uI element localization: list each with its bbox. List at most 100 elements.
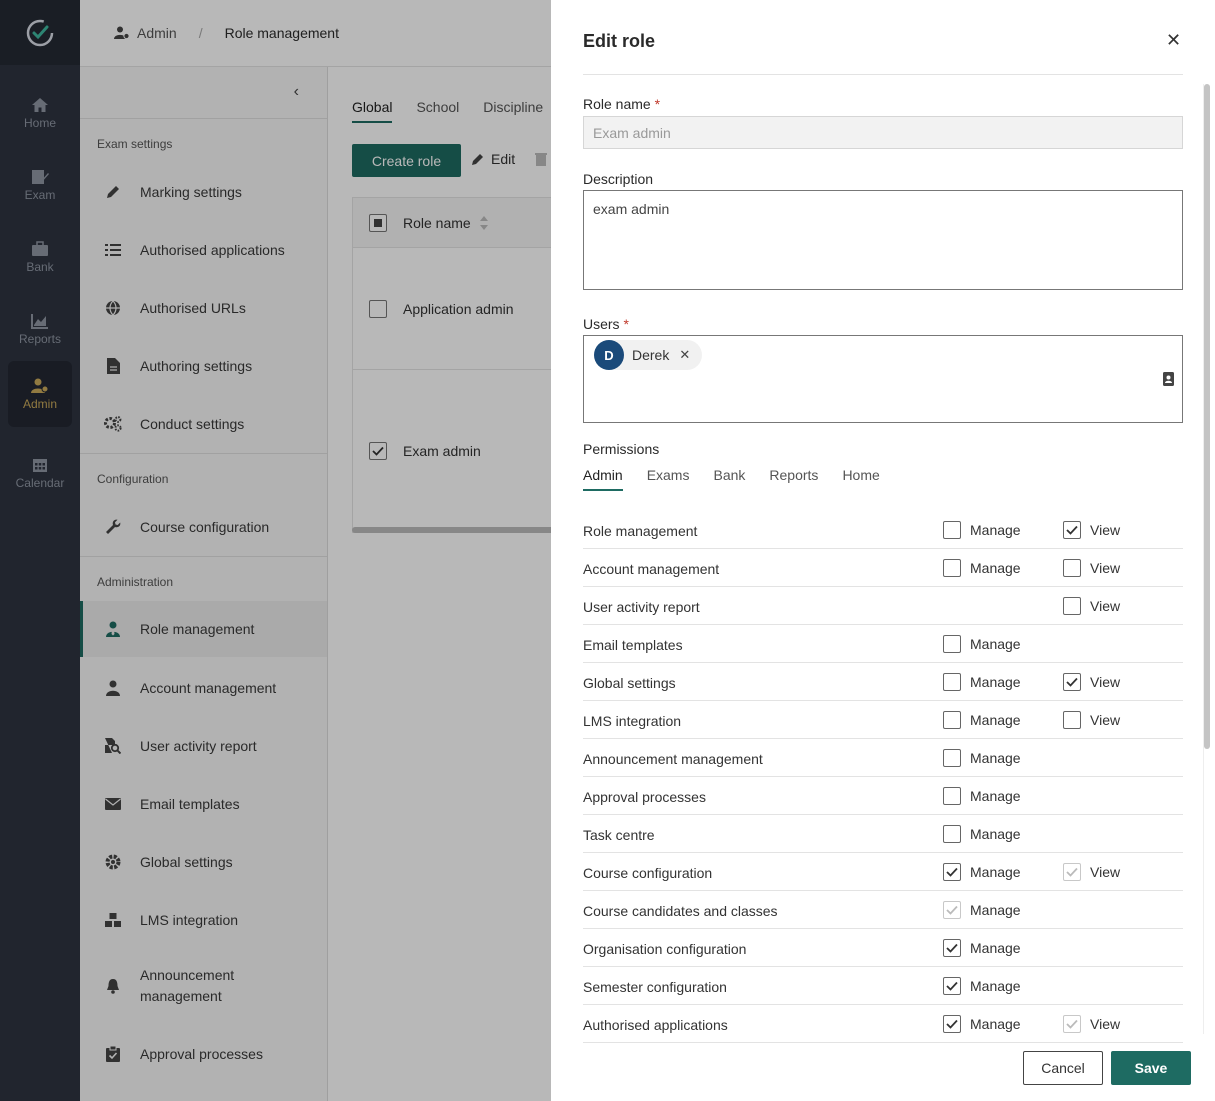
view-checkbox (1063, 863, 1081, 881)
manage-label: Manage (970, 750, 1021, 766)
checkmark-icon (1066, 1019, 1078, 1029)
manage-label: Manage (970, 902, 1021, 918)
manage-toggle[interactable]: Manage (943, 635, 1021, 653)
checkmark-icon (946, 1019, 958, 1029)
cancel-button[interactable]: Cancel (1023, 1051, 1103, 1085)
manage-toggle[interactable]: Manage (943, 939, 1021, 957)
users-input[interactable]: D Derek ✕ (583, 335, 1183, 423)
manage-label: Manage (970, 1016, 1021, 1032)
permission-name: Task centre (583, 827, 655, 843)
view-label: View (1090, 522, 1121, 538)
view-toggle[interactable]: View (1063, 673, 1120, 691)
role-name-label: Role name * (583, 96, 661, 112)
checkmark-icon (1066, 867, 1078, 877)
manage-checkbox[interactable] (943, 711, 961, 729)
tab-reports[interactable]: Reports (769, 467, 818, 491)
manage-toggle[interactable]: Manage (943, 825, 1021, 843)
vertical-scrollbar[interactable] (1204, 84, 1210, 749)
view-label: View (1090, 712, 1121, 728)
checkmark-icon (946, 905, 958, 915)
checkmark-icon (946, 943, 958, 953)
view-toggle[interactable]: View (1063, 597, 1120, 615)
manage-checkbox[interactable] (943, 521, 961, 539)
manage-checkbox[interactable] (943, 863, 961, 881)
checkmark-icon (1066, 525, 1078, 535)
save-button[interactable]: Save (1111, 1051, 1191, 1085)
manage-label: Manage (970, 712, 1021, 728)
permission-name: Account management (583, 561, 720, 577)
permission-row: Account management Manage View (583, 549, 1183, 587)
manage-label: Manage (970, 826, 1021, 842)
checkmark-icon (1066, 677, 1078, 687)
permission-name: Global settings (583, 675, 676, 691)
permission-row: Organisation configuration Manage (583, 929, 1183, 967)
view-label: View (1090, 864, 1121, 880)
manage-label: Manage (970, 636, 1021, 652)
view-checkbox[interactable] (1063, 711, 1081, 729)
permission-row: Approval processes Manage (583, 777, 1183, 815)
manage-toggle[interactable]: Manage (943, 863, 1021, 881)
view-toggle[interactable]: View (1063, 711, 1120, 729)
manage-toggle[interactable]: Manage (943, 977, 1021, 995)
permission-name: Role management (583, 523, 698, 539)
manage-checkbox[interactable] (943, 787, 961, 805)
permission-name: Semester configuration (583, 979, 727, 995)
permission-name: Announcement management (583, 751, 763, 767)
manage-toggle[interactable]: Manage (943, 673, 1021, 691)
manage-checkbox[interactable] (943, 673, 961, 691)
divider (583, 74, 1183, 75)
address-book-icon[interactable] (1163, 372, 1174, 386)
description-textarea[interactable]: exam admin (583, 190, 1183, 290)
remove-user-icon[interactable]: ✕ (679, 347, 690, 363)
permission-name: Approval processes (583, 789, 706, 805)
permission-name: LMS integration (583, 713, 682, 729)
view-checkbox[interactable] (1063, 597, 1081, 615)
manage-checkbox[interactable] (943, 1015, 961, 1033)
view-checkbox[interactable] (1063, 521, 1081, 539)
manage-label: Manage (970, 674, 1021, 690)
manage-toggle[interactable]: Manage (943, 1015, 1021, 1033)
permission-row: Course configuration Manage View (583, 853, 1183, 891)
manage-toggle[interactable]: Manage (943, 559, 1021, 577)
manage-label: Manage (970, 978, 1021, 994)
permission-name: Email templates (583, 637, 683, 653)
permission-name: Course configuration (583, 865, 713, 881)
manage-label: Manage (970, 864, 1021, 880)
tab-admin[interactable]: Admin (583, 467, 623, 491)
user-chip: D Derek ✕ (594, 340, 703, 370)
manage-checkbox[interactable] (943, 939, 961, 957)
manage-toggle[interactable]: Manage (943, 787, 1021, 805)
view-checkbox[interactable] (1063, 559, 1081, 577)
checkmark-icon (946, 981, 958, 991)
permission-row: User activity report View (583, 587, 1183, 625)
manage-toggle[interactable]: Manage (943, 521, 1021, 539)
tab-exams[interactable]: Exams (647, 467, 690, 491)
modal-backdrop[interactable] (0, 0, 551, 1101)
manage-toggle[interactable]: Manage (943, 749, 1021, 767)
manage-checkbox[interactable] (943, 977, 961, 995)
close-icon[interactable]: ✕ (1166, 30, 1181, 51)
permission-row: Authorised applications Manage View (583, 1005, 1183, 1043)
permission-name: Course candidates and classes (583, 903, 778, 919)
manage-label: Manage (970, 940, 1021, 956)
drawer-title: Edit role (583, 31, 656, 51)
permission-tabs: Admin Exams Bank Reports Home (583, 467, 904, 491)
user-chip-name: Derek (632, 347, 670, 363)
tab-bank[interactable]: Bank (713, 467, 745, 491)
manage-checkbox[interactable] (943, 559, 961, 577)
view-toggle[interactable]: View (1063, 559, 1120, 577)
permission-row: Global settings Manage View (583, 663, 1183, 701)
permission-row: Semester configuration Manage (583, 967, 1183, 1005)
manage-checkbox (943, 901, 961, 919)
manage-checkbox[interactable] (943, 635, 961, 653)
view-toggle[interactable]: View (1063, 521, 1120, 539)
permission-row: Course candidates and classes Manage (583, 891, 1183, 929)
manage-checkbox[interactable] (943, 825, 961, 843)
permission-row: Task centre Manage (583, 815, 1183, 853)
view-checkbox[interactable] (1063, 673, 1081, 691)
role-name-input: Exam admin (583, 116, 1183, 149)
manage-toggle[interactable]: Manage (943, 711, 1021, 729)
manage-checkbox[interactable] (943, 749, 961, 767)
tab-home[interactable]: Home (842, 467, 879, 491)
edit-role-drawer: Edit role ✕ Role name * Exam admin Descr… (551, 0, 1215, 1101)
